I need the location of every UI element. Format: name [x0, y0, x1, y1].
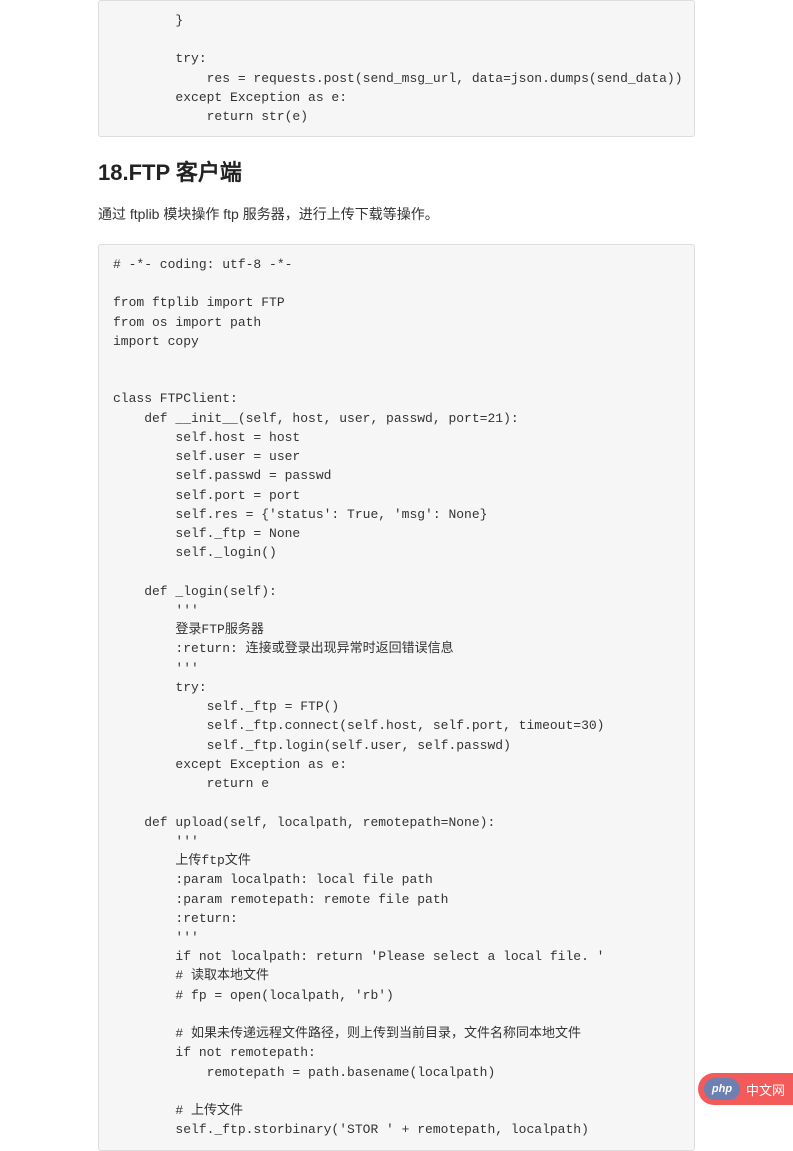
php-badge-label: 中文网 — [746, 1080, 785, 1099]
php-logo-icon: php — [704, 1078, 740, 1100]
php-cn-badge[interactable]: php 中文网 — [698, 1073, 793, 1105]
code-block-snippet-1: } try: res = requests.post(send_msg_url,… — [98, 0, 695, 137]
code-block-ftp: # -*- coding: utf-8 -*- from ftplib impo… — [98, 244, 695, 1151]
section-description: 通过 ftplib 模块操作 ftp 服务器，进行上传下载等操作。 — [98, 203, 695, 225]
section-heading: 18.FTP 客户端 — [98, 155, 695, 187]
